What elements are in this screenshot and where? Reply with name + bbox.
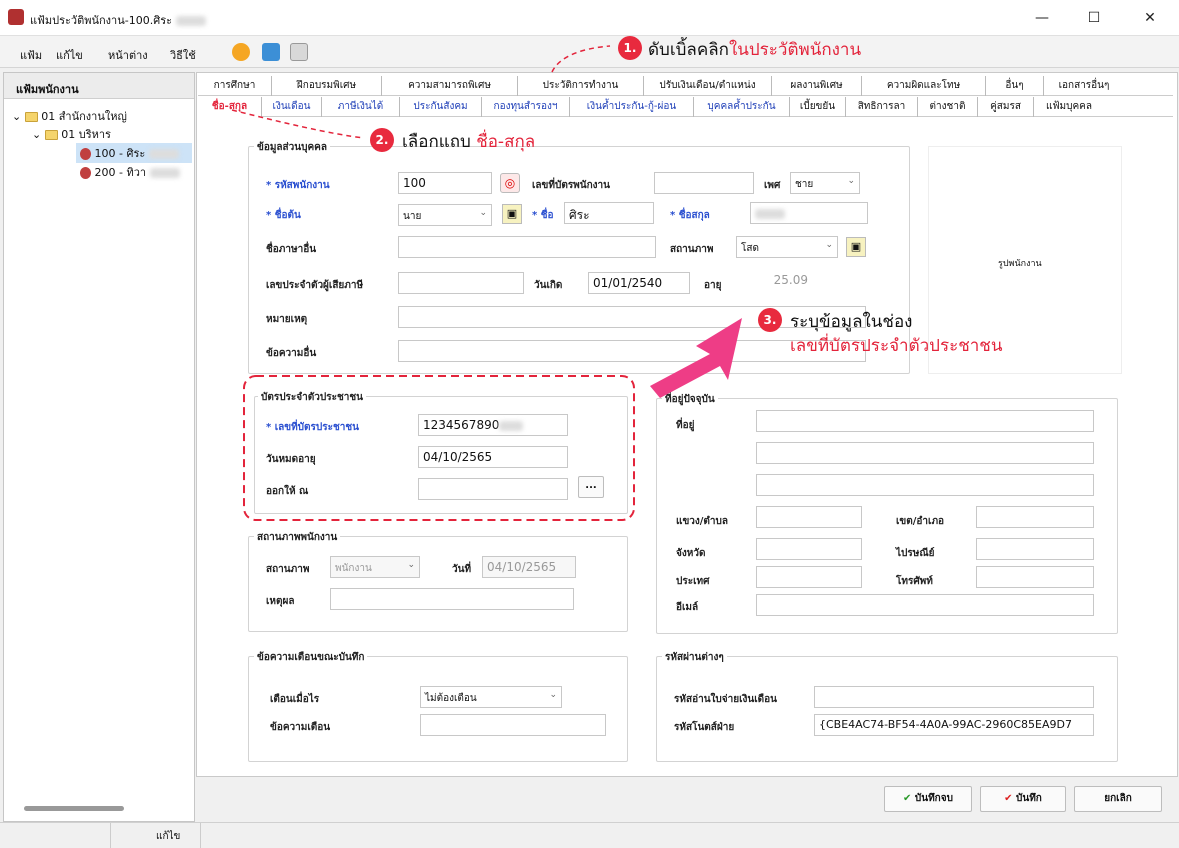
annotation-badge-3: 3.: [758, 308, 782, 332]
annotation-line-2: [231, 109, 365, 139]
annotation-line-1: [551, 45, 611, 73]
annotation-text-3-red: เลขที่บัตรประจำตัวประชาชน: [790, 336, 1003, 356]
annotation-overlay: [231, 45, 742, 521]
annotation-text-1: ดับเบิ้ลคลิกในประวัติพนักงาน: [648, 40, 862, 60]
annotation-badge-1: 1.: [618, 36, 642, 60]
id-card-highlight: [243, 375, 635, 521]
annotation-text-3: ระบุข้อมูลในช่อง: [790, 312, 913, 332]
annotation-text-2: เลือกแถบ ชื่อ-สกุล: [402, 132, 536, 152]
annotation-badge-2: 2.: [370, 128, 394, 152]
